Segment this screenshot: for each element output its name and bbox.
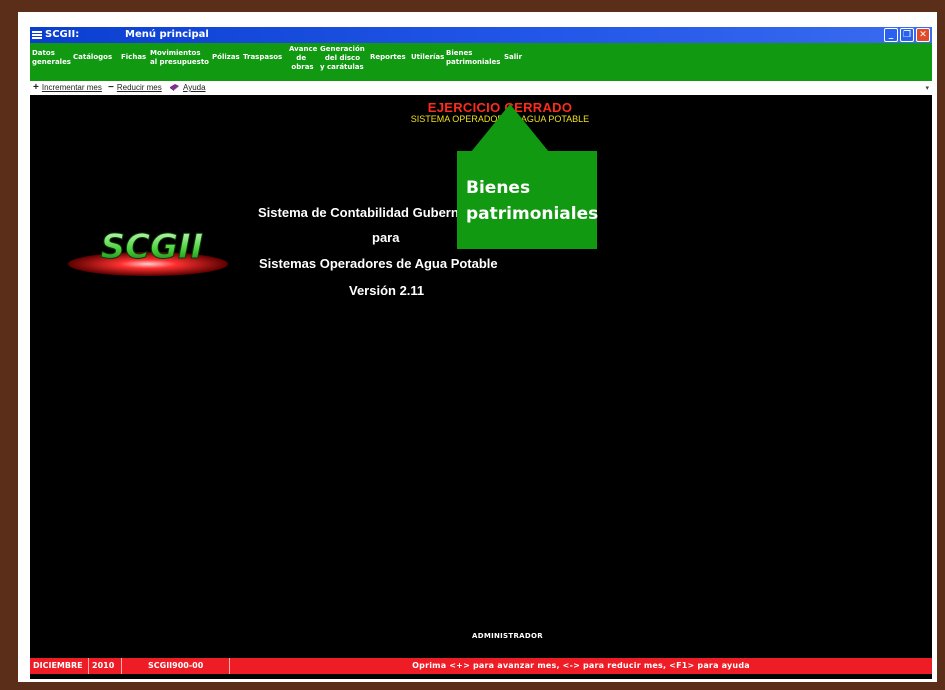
app-window: SCGII: Menú principal _ ❐ ✕ Datos genera… bbox=[30, 27, 932, 679]
current-user: ADMINISTRADOR bbox=[472, 632, 543, 640]
status-help-message: Oprima <+> para avanzar mes, <-> para re… bbox=[412, 661, 750, 670]
status-month: DICIEMBRE bbox=[30, 658, 89, 674]
bienes-callout: Bienes patrimoniales bbox=[457, 151, 598, 249]
callout-pointer bbox=[471, 104, 549, 152]
frame-top bbox=[0, 0, 945, 12]
status-code: SCGII900-00 bbox=[122, 658, 230, 674]
frame-bottom bbox=[0, 682, 945, 690]
status-bar: DICIEMBRE 2010 SCGII900-00 Oprima <+> pa… bbox=[30, 658, 932, 674]
status-year: 2010 bbox=[89, 658, 122, 674]
frame-right bbox=[937, 0, 945, 690]
frame-left bbox=[0, 0, 18, 690]
